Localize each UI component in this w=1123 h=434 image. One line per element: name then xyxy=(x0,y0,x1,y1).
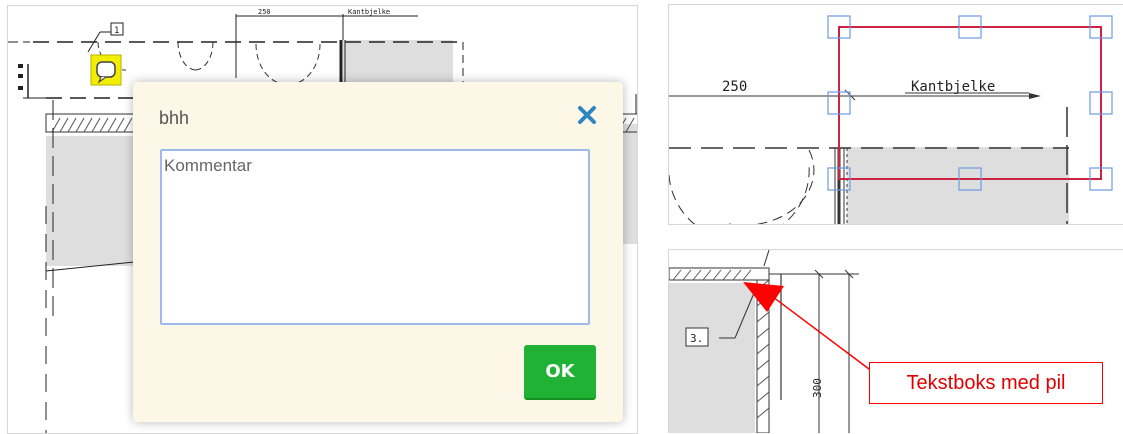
marker-icon[interactable] xyxy=(90,54,122,86)
dim-label-tr: 250 xyxy=(722,79,747,95)
selection-drawing: 250 Kantbjelke xyxy=(669,15,1113,224)
marker-label-3: 3. xyxy=(690,332,703,345)
beam-label-left: Kantbjelke xyxy=(348,8,390,16)
comment-input[interactable]: Kommentar xyxy=(160,149,590,325)
dialog-title: bhh xyxy=(159,108,190,128)
drawing-preview-callout[interactable]: 300 3. Tekstboks med pil xyxy=(668,249,1123,433)
drawing-canvas-main[interactable]: 250 Kantbjelke 1 bhh Kommentar OK xyxy=(7,5,638,434)
callout-drawing: 300 3. xyxy=(669,250,874,433)
dim-label-br: 300 xyxy=(811,378,824,398)
comment-dialog: bhh Kommentar OK xyxy=(133,82,623,422)
callout-textbox[interactable]: Tekstboks med pil xyxy=(869,362,1103,404)
dim-label-left: 250 xyxy=(258,8,271,16)
drawing-preview-selection[interactable]: 250 Kantbjelke xyxy=(668,4,1123,225)
close-icon[interactable] xyxy=(576,104,598,126)
ok-button[interactable]: OK xyxy=(524,345,596,400)
marker-number-1: 1 xyxy=(114,26,119,36)
